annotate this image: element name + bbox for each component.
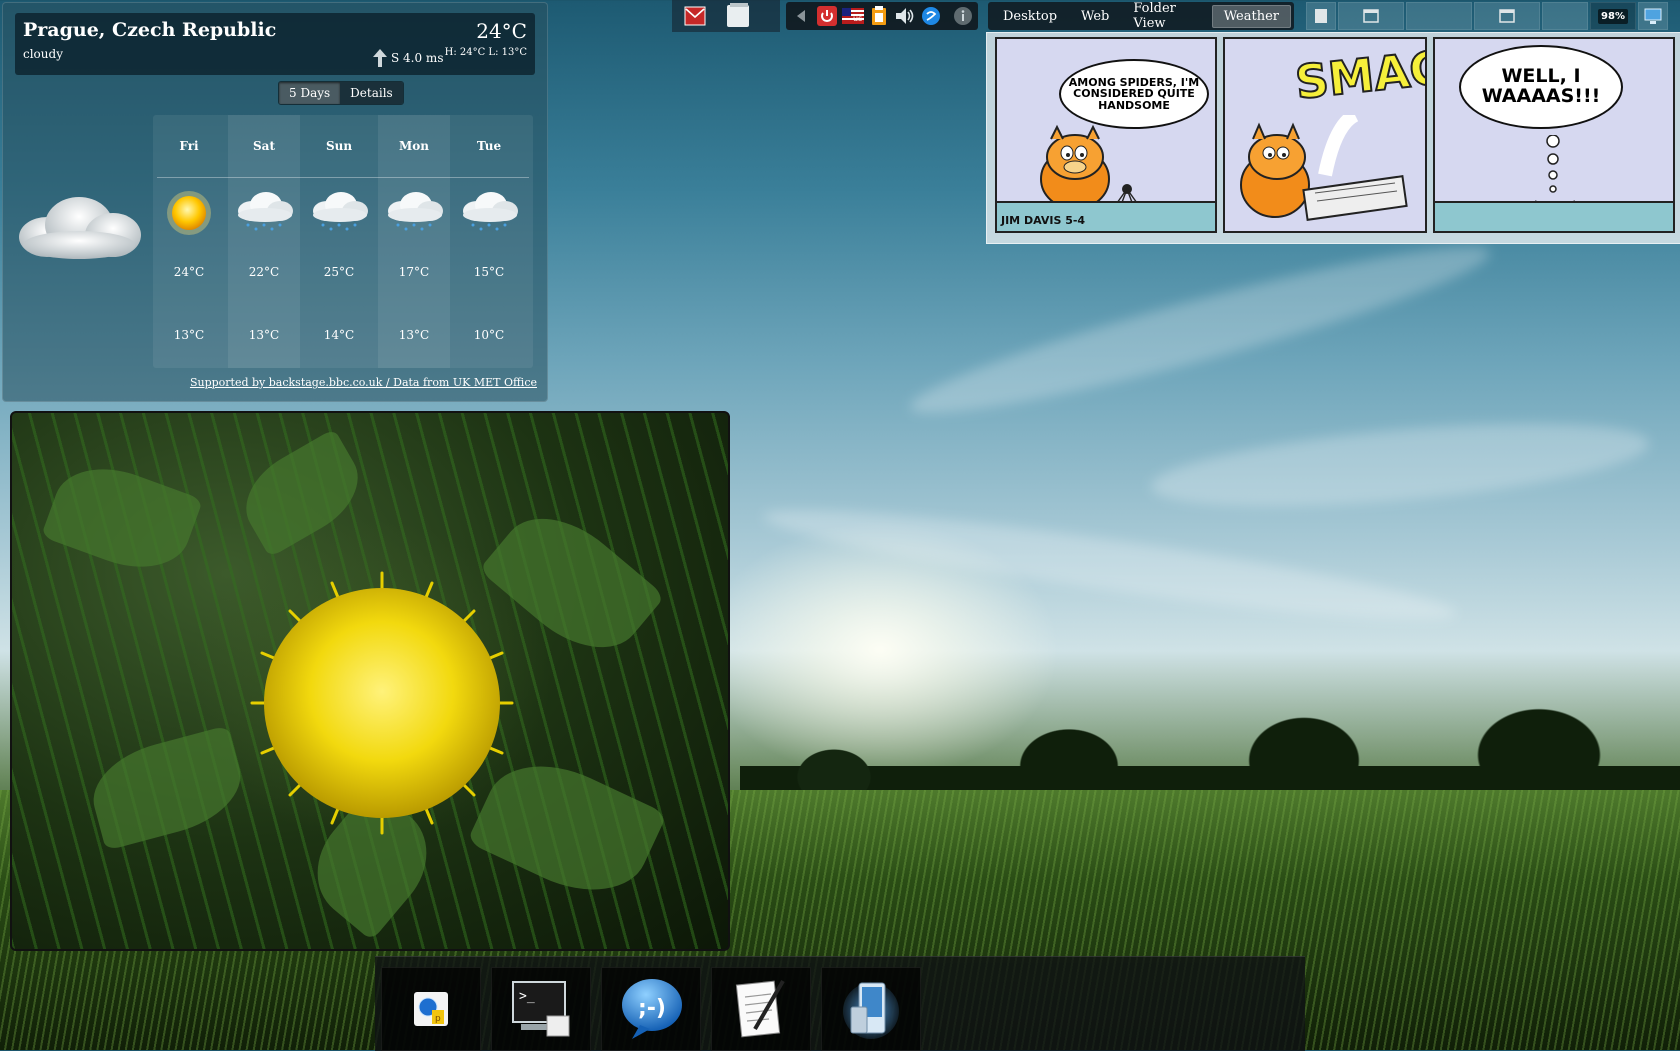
comic-signature: JIM DAVIS 5-4 xyxy=(1001,214,1086,227)
text-editor-icon[interactable] xyxy=(711,967,811,1051)
svg-text:p: p xyxy=(435,1014,441,1024)
network-icon[interactable] xyxy=(920,5,942,27)
mail-icon[interactable] xyxy=(684,4,706,28)
cloud xyxy=(902,223,1498,437)
rain-cloud-icon xyxy=(384,191,444,239)
keyboard-layout-icon[interactable]: us xyxy=(842,5,864,27)
tab-desktop[interactable]: Desktop xyxy=(991,5,1069,28)
weather-header: Prague, Czech Republic cloudy 24°C S 4.0… xyxy=(15,13,535,75)
sun-icon xyxy=(159,191,219,239)
taskbar-entry[interactable] xyxy=(1474,2,1540,30)
rain-cloud-icon xyxy=(234,191,294,239)
show-desktop-button[interactable] xyxy=(1638,2,1668,30)
forecast-low: 14°C xyxy=(323,328,355,342)
leaf xyxy=(40,451,204,585)
weather-temperature: 24°C xyxy=(476,19,527,43)
comic-strip-widget[interactable]: AMONG SPIDERS, I'M CONSIDERED QUITE HAND… xyxy=(986,32,1680,244)
weather-city: Prague, Czech Republic xyxy=(23,19,277,41)
weather-credit-link[interactable]: Supported by backstage.bbc.co.uk / Data … xyxy=(190,376,537,389)
weather-wind: S 4.0 ms xyxy=(373,49,443,67)
comic-panel-1: AMONG SPIDERS, I'M CONSIDERED QUITE HAND… xyxy=(995,37,1217,233)
forecast-high: 24°C xyxy=(173,265,205,279)
tab-details[interactable]: Details xyxy=(340,82,403,104)
volume-icon[interactable] xyxy=(894,5,916,27)
comic-sound-effect: SMACK! xyxy=(1292,37,1427,111)
tab-5-days[interactable]: 5 Days xyxy=(279,82,341,104)
dandelion-flower xyxy=(250,571,514,835)
svg-text:>_: >_ xyxy=(519,989,535,1004)
system-tray: us xyxy=(786,2,978,30)
computer-icon xyxy=(1644,8,1662,24)
cloud xyxy=(759,491,1461,639)
notes-icon[interactable] xyxy=(724,2,754,30)
weather-tabs: 5 Days Details xyxy=(278,81,404,105)
tab-folder-view[interactable]: Folder View xyxy=(1121,0,1211,35)
taskbar-entry[interactable] xyxy=(1542,2,1588,30)
notes-window-icon xyxy=(1315,9,1327,23)
panel-launchers xyxy=(672,0,780,32)
forecast-day: Sat 22°C 13°C xyxy=(228,115,300,368)
device-icon[interactable] xyxy=(821,967,921,1051)
forecast-high: 17°C xyxy=(398,265,430,279)
comic-panel-3: WELL, I WAAAAS!!! xyxy=(1433,37,1675,233)
forecast-low: 13°C xyxy=(398,328,430,342)
battery-indicator[interactable]: 98% xyxy=(1590,2,1636,30)
info-icon[interactable] xyxy=(952,5,974,27)
forecast-day-label: Sat xyxy=(253,139,275,153)
forecast-high: 22°C xyxy=(248,265,280,279)
wind-label: S 4.0 ms xyxy=(391,51,444,65)
comic-panel-2: SMACK! xyxy=(1223,37,1427,233)
weather-high-low: H: 24°C L: 13°C xyxy=(444,47,527,58)
window-icon xyxy=(1363,9,1379,23)
leaf xyxy=(82,725,252,851)
taskbar-entry[interactable] xyxy=(1338,2,1404,30)
taskbar-entry[interactable] xyxy=(1306,2,1336,30)
comic-floor xyxy=(1435,201,1673,231)
weather-widget: Prague, Czech Republic cloudy 24°C S 4.0… xyxy=(2,2,548,402)
window-icon xyxy=(1499,9,1515,23)
taskbar-entry[interactable] xyxy=(1406,2,1472,30)
terminal-icon[interactable]: >_ xyxy=(491,967,591,1051)
forecast-grid: Fri 24°C 13°C Sat 22°C 13°C Sun 25°C 14°… xyxy=(153,115,533,368)
forecast-day-label: Sun xyxy=(325,139,353,153)
tab-web[interactable]: Web xyxy=(1069,5,1121,28)
svg-text:;-): ;-) xyxy=(638,996,666,1021)
taskbar: 98% xyxy=(1306,2,1680,30)
forecast-day: Mon 17°C 13°C xyxy=(378,115,450,368)
forecast-high: 15°C xyxy=(473,265,505,279)
garfield-icon xyxy=(1040,124,1138,209)
forecast-day-label: Mon xyxy=(398,139,429,153)
forecast-low: 13°C xyxy=(173,328,205,342)
forecast-day: Sun 25°C 14°C xyxy=(303,115,375,368)
forecast-day: Tue 15°C 10°C xyxy=(453,115,525,368)
battery-label: 98% xyxy=(1598,8,1628,24)
forecast-day-label: Tue xyxy=(476,139,502,153)
forecast-low: 10°C xyxy=(473,328,505,342)
wind-arrow-icon xyxy=(373,49,387,67)
rain-cloud-icon xyxy=(459,191,519,239)
tab-weather[interactable]: Weather xyxy=(1211,4,1291,28)
web-browser-icon[interactable]: p xyxy=(381,967,481,1051)
leaf xyxy=(230,428,374,558)
forecast-low: 13°C xyxy=(248,328,280,342)
speech-bubble: WELL, I WAAAAS!!! xyxy=(1459,45,1623,129)
clipboard-icon[interactable] xyxy=(868,5,890,27)
keyboard-layout-label: us xyxy=(853,14,862,23)
application-dock: p >_ ;-) xyxy=(375,956,1305,1051)
chat-icon[interactable]: ;-) xyxy=(601,967,701,1051)
weather-condition: cloudy xyxy=(23,47,63,61)
forecast-day: Fri 24°C 13°C xyxy=(153,115,225,368)
cloud xyxy=(1147,408,1653,522)
rain-cloud-icon xyxy=(309,191,369,239)
picture-frame-widget[interactable] xyxy=(10,411,730,951)
forecast-day-label: Fri xyxy=(179,139,199,153)
arrow-left-icon[interactable] xyxy=(790,5,812,27)
garfield-icon xyxy=(1240,115,1408,221)
power-icon[interactable] xyxy=(816,5,838,27)
forecast-high: 25°C xyxy=(323,265,355,279)
activity-switcher: Desktop Web Folder View Weather xyxy=(988,1,1294,31)
cloud-icon xyxy=(17,191,143,265)
